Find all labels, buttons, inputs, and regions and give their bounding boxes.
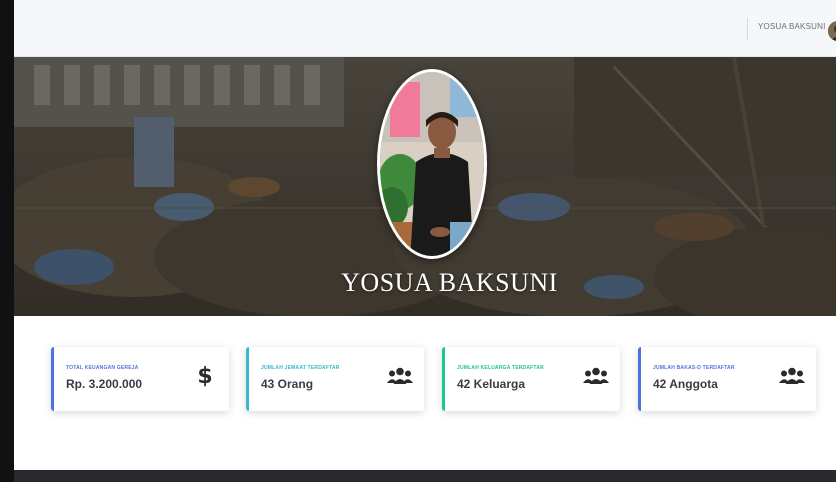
stat-card-families: JUMLAH KELUARGA TERDAFTAR 42 Keluarga (442, 347, 620, 411)
stat-label: JUMLAH BAKAS-D TERDAFTAR (653, 365, 735, 371)
topbar-divider (747, 18, 748, 40)
stats-section: TOTAL KEUANGAN GEREJA Rp. 3.200.000 $ JU… (14, 316, 836, 470)
stat-card-finance: TOTAL KEUANGAN GEREJA Rp. 3.200.000 $ (51, 347, 229, 411)
stat-value: Rp. 3.200.000 (66, 377, 143, 391)
topbar: YOSUA BAKSUNI (14, 0, 836, 57)
footer-bar (14, 470, 836, 482)
stat-label: JUMLAH KELUARGA TERDAFTAR (457, 365, 544, 371)
stat-card-groups: JUMLAH BAKAS-D TERDAFTAR 42 Anggota (638, 347, 816, 411)
users-icon (386, 365, 414, 387)
sidebar-edge (0, 0, 14, 482)
stat-value: 42 Keluarga (457, 377, 526, 391)
stat-label: JUMLAH JEMAAT TERDAFTAR (261, 365, 340, 371)
users-icon (778, 365, 806, 387)
stat-label: TOTAL KEUANGAN GEREJA (66, 365, 139, 371)
users-icon (582, 365, 610, 387)
stat-card-members: JUMLAH JEMAAT TERDAFTAR 43 Orang (246, 347, 424, 411)
stat-value: 42 Anggota (653, 377, 718, 391)
profile-hero: YOSUA BAKSUNI (14, 57, 836, 316)
profile-photo-image (380, 72, 484, 256)
stat-value: 43 Orang (261, 377, 314, 391)
profile-photo (377, 69, 487, 259)
dollar-icon: $ (197, 363, 213, 389)
avatar-image (828, 21, 836, 41)
user-name[interactable]: YOSUA BAKSUNI (758, 22, 826, 31)
profile-name: YOSUA BAKSUNI (341, 268, 558, 297)
user-avatar[interactable] (828, 21, 836, 41)
